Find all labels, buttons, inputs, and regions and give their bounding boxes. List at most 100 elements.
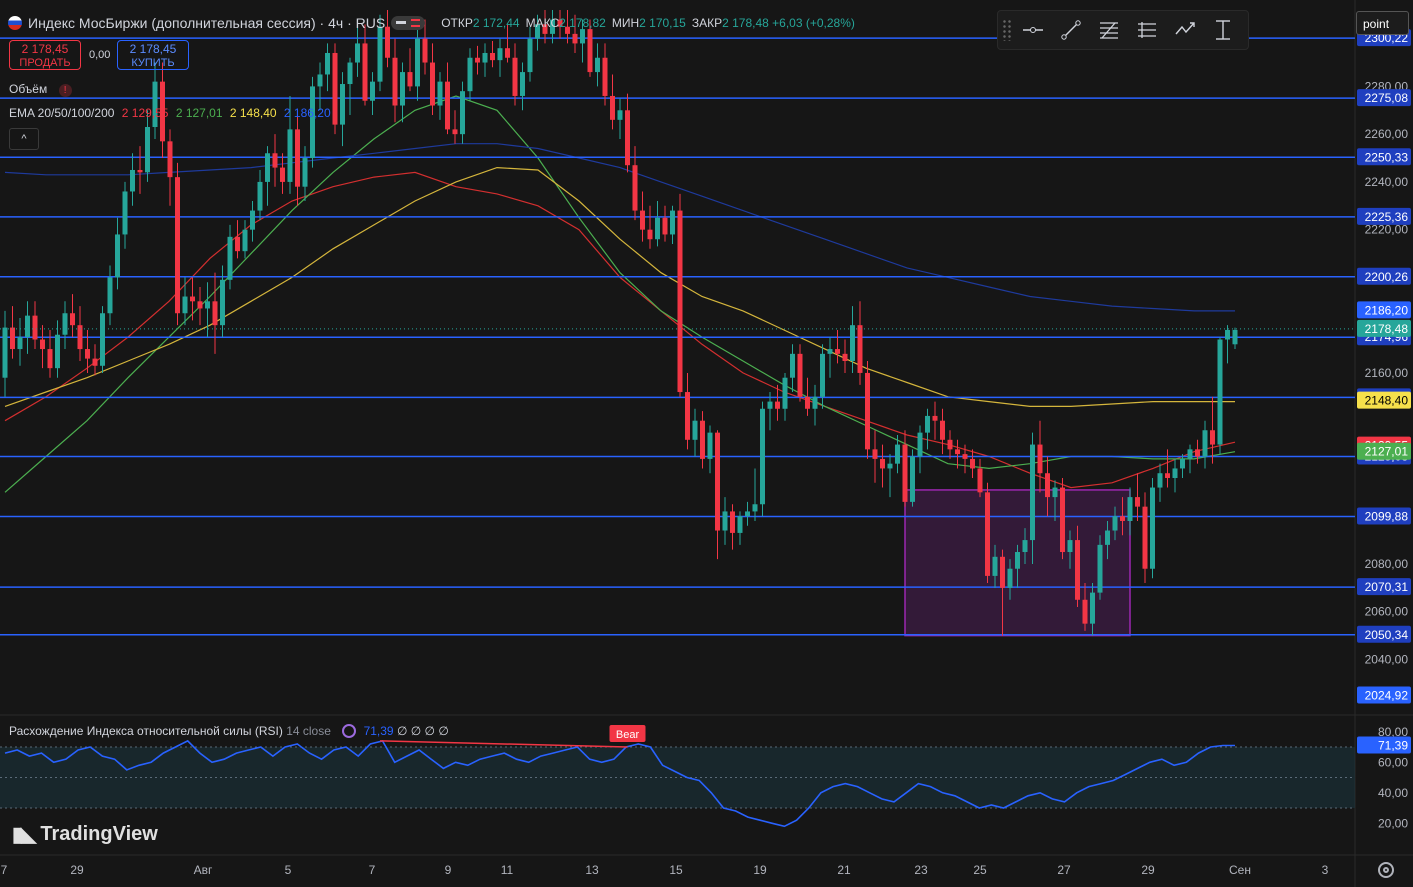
ohlc-key: МАКС	[525, 16, 560, 30]
candle-body	[257, 181, 263, 211]
warning-icon[interactable]: !	[58, 84, 72, 97]
candle-body	[752, 504, 758, 512]
price-tick-label: 2060,00	[1365, 605, 1409, 619]
price-chart[interactable]: 2280,002260,002240,002220,002160,002080,…	[0, 0, 1413, 887]
candle-body	[1225, 329, 1230, 340]
candle-body	[1097, 544, 1103, 593]
candle	[677, 193, 683, 397]
buy-price: 2 178,45	[129, 42, 177, 56]
candle-body	[310, 86, 315, 159]
rsi-current-label: 71,39	[1378, 738, 1408, 752]
candle-body	[970, 458, 975, 469]
candle-body	[955, 449, 960, 455]
magnet-mode-select[interactable]: point	[1356, 11, 1409, 35]
candle-body	[340, 84, 345, 125]
candle	[100, 306, 105, 373]
candle-body	[287, 129, 293, 182]
symbol-title[interactable]: Индекс МосБиржи (дополнительная сессия) …	[28, 15, 385, 31]
time-tick-label: 27	[1057, 863, 1071, 877]
price-range-icon[interactable]	[1204, 15, 1242, 45]
tradingview-logo[interactable]: ▮◣ TradingView	[12, 822, 158, 847]
horizontal-line-icon[interactable]	[1014, 15, 1052, 45]
candle-body	[797, 353, 803, 397]
candle-body	[70, 313, 75, 326]
collapse-legend-button[interactable]: ^	[9, 128, 39, 150]
candle-body	[220, 279, 225, 326]
candle-body	[137, 169, 143, 173]
candle-body	[235, 236, 240, 252]
candle-body	[760, 408, 765, 505]
gear-icon[interactable]	[1378, 862, 1394, 878]
candle-body	[670, 210, 675, 235]
candle-body	[407, 72, 413, 87]
candle	[1097, 535, 1103, 600]
candle-body	[482, 52, 488, 63]
drag-handle-icon[interactable]	[1002, 19, 1012, 41]
path-icon[interactable]	[1166, 15, 1204, 45]
candle-body	[92, 358, 98, 366]
candle-body	[205, 301, 210, 309]
rsi-tick-label: 20,00	[1378, 816, 1408, 830]
time-tick-label: Сен	[1229, 863, 1251, 877]
time-tick-label: 29	[1141, 863, 1155, 877]
time-tick-label: 23	[914, 863, 928, 877]
ema-legend[interactable]: EMA 20/50/100/200 2 129,55 2 127,01 2 14…	[9, 106, 331, 120]
candle-body	[707, 432, 713, 459]
candle-body	[452, 129, 458, 135]
tradingview-logo-icon: ▮◣	[12, 824, 36, 846]
candle	[865, 361, 870, 459]
candle-body	[1127, 497, 1133, 521]
level-price-label: 2225,36	[1365, 210, 1409, 224]
candle-body	[250, 210, 255, 230]
candle-body	[347, 62, 353, 85]
candle	[332, 43, 338, 135]
candle	[310, 76, 315, 168]
brand-name: TradingView	[40, 823, 158, 845]
pitchfork-icon[interactable]	[1128, 15, 1166, 45]
candle-body	[827, 349, 833, 354]
candle-body	[47, 349, 53, 369]
time-tick-label: 7	[1, 863, 8, 877]
sell-button[interactable]: 2 178,45 ПРОДАТЬ	[9, 40, 81, 70]
candle-body	[722, 511, 728, 531]
candle-body	[835, 349, 840, 354]
candle-body	[40, 339, 45, 350]
candle-body	[272, 153, 278, 168]
candle-body	[437, 81, 443, 106]
time-tick-label: 29	[70, 863, 84, 877]
toggle-quick-trade-icon[interactable]	[391, 16, 426, 30]
candle-body	[812, 396, 818, 409]
level-price-label: 2200,26	[1365, 270, 1409, 284]
trend-line-icon[interactable]	[1052, 15, 1090, 45]
candle-body	[910, 456, 915, 502]
fib-retracement-icon[interactable]	[1090, 15, 1128, 45]
time-tick-label: Авг	[194, 863, 213, 877]
candle-body	[17, 337, 23, 350]
price-tag-label: 2178,48	[1365, 322, 1409, 336]
candle-body	[32, 315, 38, 340]
candle-body	[1120, 516, 1125, 521]
volume-indicator-label[interactable]: Объём !	[9, 82, 72, 97]
buy-button[interactable]: 2 178,45 КУПИТЬ	[117, 40, 189, 70]
candle-body	[505, 48, 510, 58]
candle-body	[632, 165, 638, 211]
candle-body	[302, 158, 308, 187]
candle-body	[947, 439, 953, 450]
candle-body	[647, 229, 653, 240]
price-tag-label: 2186,20	[1365, 303, 1409, 317]
candle-body	[212, 301, 218, 326]
candle-body	[415, 38, 420, 87]
candle-body	[10, 327, 15, 350]
candle-body	[1082, 599, 1088, 624]
spread-value: 0,00	[89, 49, 111, 61]
candle-body	[1075, 540, 1080, 600]
rsi-legend[interactable]: Расхождение Индекса относительной силы (…	[9, 724, 449, 738]
candle-body	[130, 169, 135, 192]
candle-body	[122, 191, 128, 235]
ohlc-value: 2 178,82	[559, 16, 606, 30]
candle-body	[677, 210, 683, 393]
rsi-value: 71,39	[363, 724, 394, 738]
candle-body	[85, 349, 90, 359]
candle-body	[115, 234, 120, 278]
candle-body	[887, 463, 893, 469]
